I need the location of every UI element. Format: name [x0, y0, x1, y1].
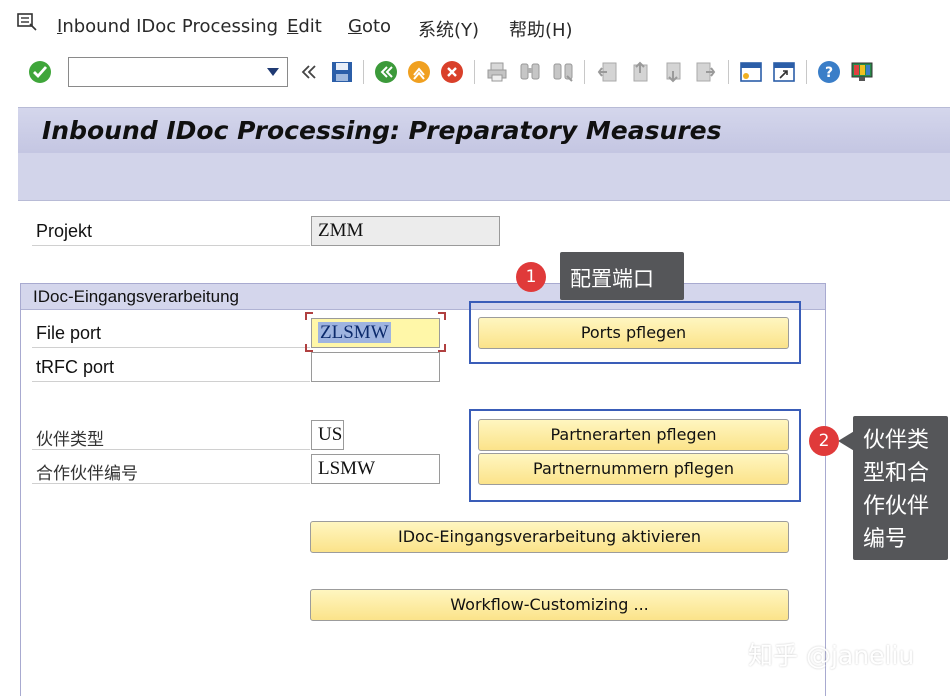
find-icon[interactable] [518, 60, 542, 84]
exit-icon[interactable] [407, 60, 431, 84]
label-underline [32, 449, 310, 450]
label-underline [32, 245, 310, 246]
last-page-icon[interactable] [694, 60, 718, 84]
menu-edit[interactable]: Edit [287, 16, 322, 37]
callout-text: 配置端口 [570, 267, 654, 291]
menu-goto[interactable]: Goto [348, 16, 391, 37]
double-chevron-left-icon[interactable] [297, 60, 321, 84]
focus-bracket [305, 344, 313, 352]
callout-text-line: 伙伴类 [863, 428, 930, 453]
customize-layout-icon[interactable] [850, 60, 874, 84]
callout-configure-port: 配置端口 [560, 252, 684, 300]
workflow-customizing-button[interactable]: Workflow-Customizing ... [310, 589, 789, 621]
cancel-icon[interactable] [440, 60, 464, 84]
project-field[interactable]: ZMM [311, 216, 500, 246]
partner-number-field[interactable]: LSMW [311, 454, 440, 484]
toolbar-separator [363, 60, 364, 84]
menu-bar: Inbound IDoc Processing Edit Goto 系统(Y) … [0, 0, 950, 52]
callout-number-badge: 1 [516, 262, 546, 292]
callout-text-line: 型和合 [863, 461, 930, 486]
menu-inbound-idoc[interactable]: Inbound IDoc Processing [57, 16, 278, 37]
callout-text-block: 伙伴类 型和合 作伙伴 编号 [863, 424, 929, 556]
find-next-icon[interactable] [551, 60, 575, 84]
partner-number-label: 合作伙伴编号 [36, 464, 138, 484]
next-page-icon[interactable] [661, 60, 685, 84]
callout-text-line: 作伙伴 [863, 494, 930, 519]
focus-bracket [438, 344, 446, 352]
application-toolbar [18, 153, 950, 201]
highlight-box-partners [469, 409, 801, 502]
chevron-down-icon[interactable] [267, 68, 279, 76]
file-port-value: ZLSMW [318, 322, 391, 343]
label-underline [32, 483, 310, 484]
menu-system[interactable]: 系统(Y) [418, 16, 479, 42]
callout-number-badge: 2 [809, 426, 839, 456]
shortcut-icon[interactable] [772, 60, 796, 84]
toolbar-separator [474, 60, 475, 84]
highlight-box-ports [469, 301, 801, 364]
menu-icon[interactable] [16, 12, 38, 32]
back-icon[interactable] [374, 60, 398, 84]
title-bar: Inbound IDoc Processing: Preparatory Mea… [18, 107, 950, 153]
prev-page-icon[interactable] [628, 60, 652, 84]
trfc-port-field[interactable] [311, 352, 440, 382]
toolbar-separator [584, 60, 585, 84]
first-page-icon[interactable] [595, 60, 619, 84]
svg-text:?: ? [825, 65, 833, 81]
focus-bracket [305, 312, 313, 320]
project-label: Projekt [36, 221, 93, 241]
focus-bracket [438, 312, 446, 320]
callout-partner-type-number: 伙伴类 型和合 作伙伴 编号 [853, 416, 948, 560]
enter-icon[interactable] [28, 60, 52, 84]
label-underline [32, 347, 310, 348]
toolbar-separator [806, 60, 807, 84]
save-icon[interactable] [330, 60, 354, 84]
print-icon[interactable] [485, 60, 509, 84]
trfc-port-label: tRFC port [36, 357, 115, 377]
file-port-field[interactable]: ZLSMW [311, 318, 440, 348]
partner-type-field[interactable]: US [311, 420, 344, 450]
menu-help[interactable]: 帮助(H) [509, 16, 573, 42]
watermark: 知乎 @janeliu [748, 641, 915, 670]
toolbar-separator [728, 60, 729, 84]
page-title: Inbound IDoc Processing: Preparatory Mea… [42, 116, 722, 145]
toolbar: ? [0, 52, 950, 96]
activate-inbound-button[interactable]: IDoc-Eingangsverarbeitung aktivieren [310, 521, 789, 553]
label-underline [32, 381, 310, 382]
new-session-icon[interactable] [739, 60, 763, 84]
file-port-label: File port [36, 323, 102, 343]
group-title: IDoc-Eingangsverarbeitung [33, 287, 240, 306]
partner-type-label: 伙伴类型 [36, 430, 104, 450]
callout-text-line: 编号 [863, 527, 908, 552]
command-field[interactable] [68, 57, 288, 87]
help-icon[interactable]: ? [817, 60, 841, 84]
